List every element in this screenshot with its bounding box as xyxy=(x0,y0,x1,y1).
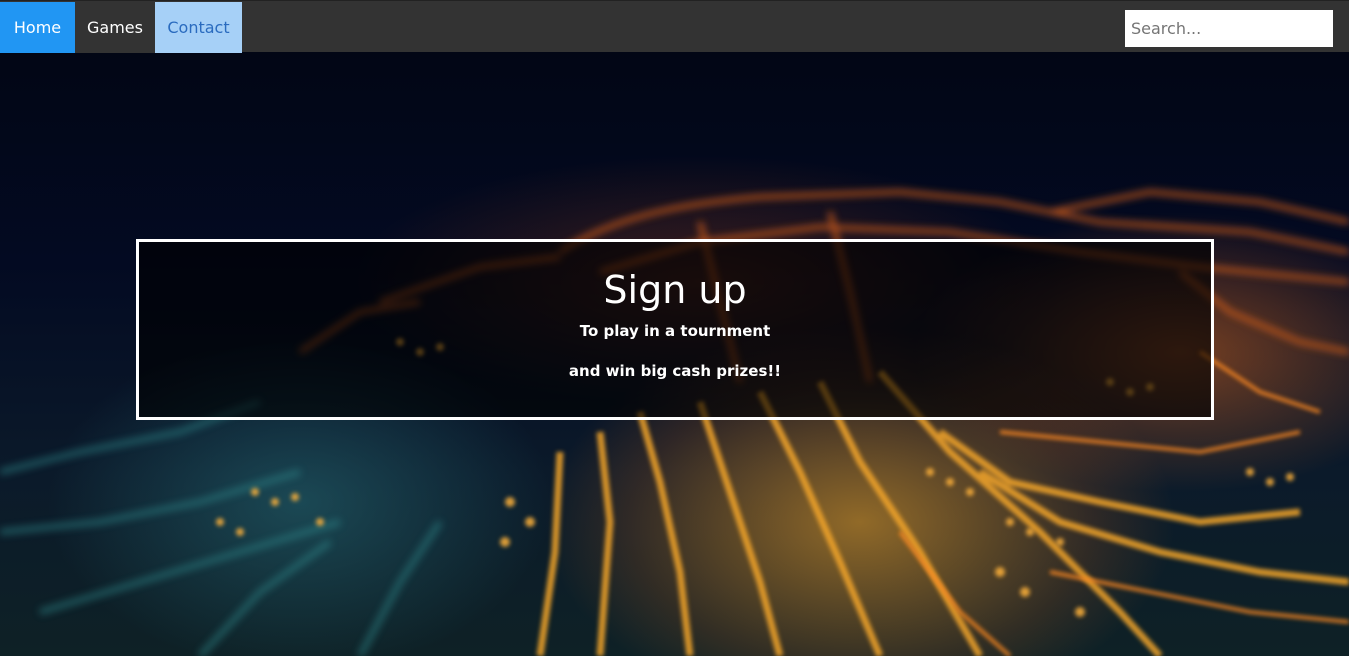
signup-title: Sign up xyxy=(603,268,747,312)
nav-home-link[interactable]: Home xyxy=(0,2,75,53)
top-navbar: Home Games Contact xyxy=(0,0,1349,53)
nav-games-link[interactable]: Games xyxy=(75,2,155,53)
page: Home Games Contact Search... Sign up To … xyxy=(0,0,1349,656)
signup-banner: Sign up To play in a tournment and win b… xyxy=(136,239,1214,420)
signup-subtitle-line1: To play in a tournment xyxy=(579,322,771,340)
signup-subtitle-line2: and win big cash prizes!! xyxy=(568,362,782,380)
nav-contact-link[interactable]: Contact xyxy=(155,2,242,53)
search-input[interactable] xyxy=(1125,10,1333,47)
